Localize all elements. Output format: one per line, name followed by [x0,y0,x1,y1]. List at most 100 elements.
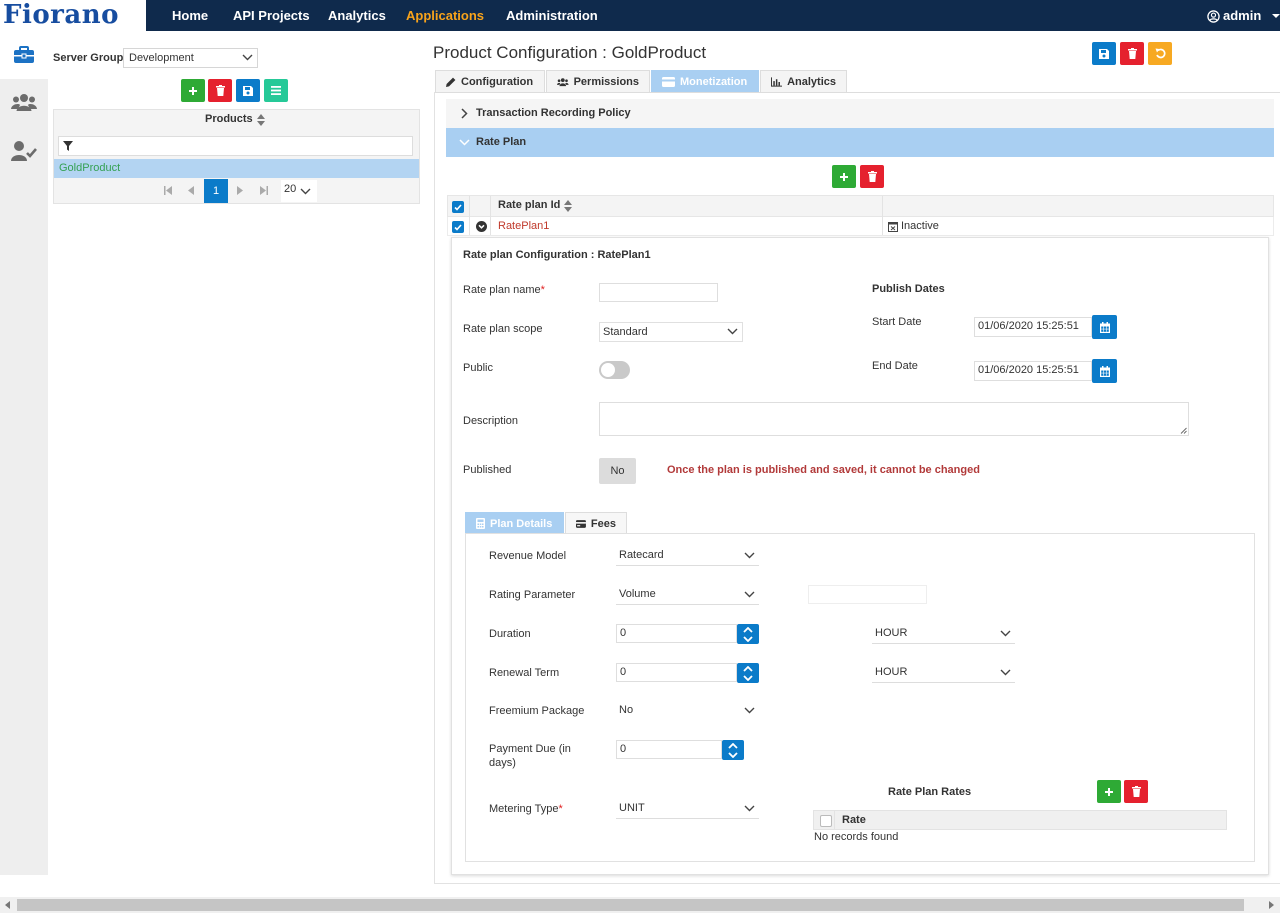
rates-select-all-checkbox[interactable] [820,815,832,827]
scroll-right-icon[interactable] [1269,901,1274,909]
rating-parameter-extra-input[interactable] [808,585,927,604]
nav-applications[interactable]: Applications [406,8,484,24]
description-textarea[interactable] [599,402,1189,436]
payment-due-label: Payment Due (in days) [489,743,571,769]
save-product-button[interactable] [236,79,260,102]
product-name: GoldProduct [59,162,121,174]
user-menu[interactable]: admin [1207,8,1280,24]
duration-unit-select[interactable]: HOUR [872,624,1015,644]
list-icon [271,86,281,95]
rate-plan-name-input[interactable] [599,283,718,302]
next-page-icon[interactable] [237,186,243,195]
accordion-rate-plan[interactable]: Rate Plan [446,128,1274,157]
renewal-unit-value: HOUR [875,666,908,678]
chevron-down-icon [744,805,755,811]
save-button[interactable] [1092,42,1116,65]
users-icon [557,78,569,87]
tab-monetization-label: Monetization [680,76,748,88]
nav-api-projects[interactable]: API Projects [233,8,310,24]
filter-icon [63,141,73,151]
rail-item-products[interactable] [0,31,48,79]
accordion-rate-plan-label: Rate Plan [476,136,527,148]
renewal-term-input[interactable]: 0 [616,663,737,682]
rates-empty-message: No records found [814,831,899,843]
select-all-checkbox[interactable] [452,201,464,213]
list-view-button[interactable] [264,79,288,102]
product-row[interactable]: GoldProduct [54,159,419,178]
nav-home[interactable]: Home [172,8,208,24]
delete-rate-button[interactable] [1124,780,1148,803]
first-page-icon[interactable] [164,186,172,195]
chevron-down-icon [242,54,253,61]
page-1-button[interactable]: 1 [204,179,228,203]
floppy-icon [243,85,253,96]
delete-product-button[interactable] [208,79,232,102]
chevron-down-icon [744,707,755,714]
reset-button[interactable] [1148,42,1172,65]
rate-plan-id-column-header[interactable]: Rate plan Id [498,199,573,212]
rate-plan-scope-select[interactable]: Standard [599,322,743,342]
user-check-icon [11,141,37,161]
prev-page-icon[interactable] [188,186,194,195]
renewal-term-spinner[interactable] [737,663,759,683]
nav-administration[interactable]: Administration [506,8,598,24]
page-size-value: 20 [284,183,297,195]
rates-table-header [813,810,1227,830]
rate-plan-id-link[interactable]: RatePlan1 [498,220,549,233]
expand-row-icon[interactable] [476,221,487,232]
nav-analytics[interactable]: Analytics [328,8,386,24]
payment-due-spinner[interactable] [722,740,744,760]
last-page-icon[interactable] [260,186,268,195]
rating-parameter-select[interactable]: Volume [616,585,759,605]
tab-analytics[interactable]: Analytics [760,70,847,93]
tab-monetization[interactable]: Monetization [651,70,759,93]
revenue-model-select[interactable]: Ratecard [616,546,759,566]
tab-plan-details[interactable]: Plan Details [465,512,564,534]
products-filter-input[interactable] [58,136,413,156]
products-column-header[interactable]: Products [205,113,265,126]
tab-permissions[interactable]: Permissions [546,70,650,93]
top-navigation-bar: Fiorano Home API Projects Analytics Appl… [0,0,1280,31]
accordion-transaction-recording-policy[interactable]: Transaction Recording Policy [446,99,1274,128]
start-date-input[interactable]: 01/06/2020 15:25:51 [974,317,1092,337]
end-date-picker-button[interactable] [1092,359,1117,383]
published-no-button[interactable]: No [599,458,636,484]
scrollbar-thumb[interactable] [17,899,1244,911]
add-product-button[interactable] [181,79,205,102]
table-row[interactable] [447,217,1274,236]
briefcase-icon [14,46,34,63]
rate-plan-status: Inactive [901,220,939,232]
payment-due-input[interactable]: 0 [616,740,722,759]
add-rate-button[interactable] [1097,780,1121,803]
end-date-input[interactable]: 01/06/2020 15:25:51 [974,361,1092,381]
server-group-select[interactable]: Development [123,48,258,68]
caret-down-icon [1272,14,1280,18]
check-icon [454,223,462,231]
duration-input[interactable]: 0 [616,624,737,643]
duration-spinner[interactable] [737,624,759,644]
rail-item-user-approval[interactable] [0,135,48,167]
delete-rate-plan-button[interactable] [860,165,884,188]
trash-icon [215,85,225,96]
users-icon [11,94,37,111]
undo-icon [1155,48,1166,59]
tab-fees[interactable]: Fees [565,512,627,534]
rail-item-groups[interactable] [0,87,48,119]
start-date-picker-button[interactable] [1092,315,1117,339]
credit-card-icon [662,77,675,87]
metering-type-select[interactable]: UNIT [616,799,759,819]
public-toggle[interactable] [599,361,630,379]
add-rate-plan-button[interactable] [832,165,856,188]
caret-up-icon [728,743,738,749]
horizontal-scrollbar[interactable] [0,897,1280,913]
page-size-select[interactable]: 20 [281,180,317,202]
scroll-left-icon[interactable] [5,901,10,909]
delete-button[interactable] [1120,42,1144,65]
tab-configuration[interactable]: Configuration [435,70,545,93]
freemium-package-select[interactable]: No [616,701,759,721]
user-circle-icon [1207,9,1220,23]
row-checkbox[interactable] [452,221,464,233]
freemium-package-label: Freemium Package [489,705,585,717]
renewal-unit-select[interactable]: HOUR [872,663,1015,683]
fiorano-logo[interactable]: Fiorano [0,0,146,31]
